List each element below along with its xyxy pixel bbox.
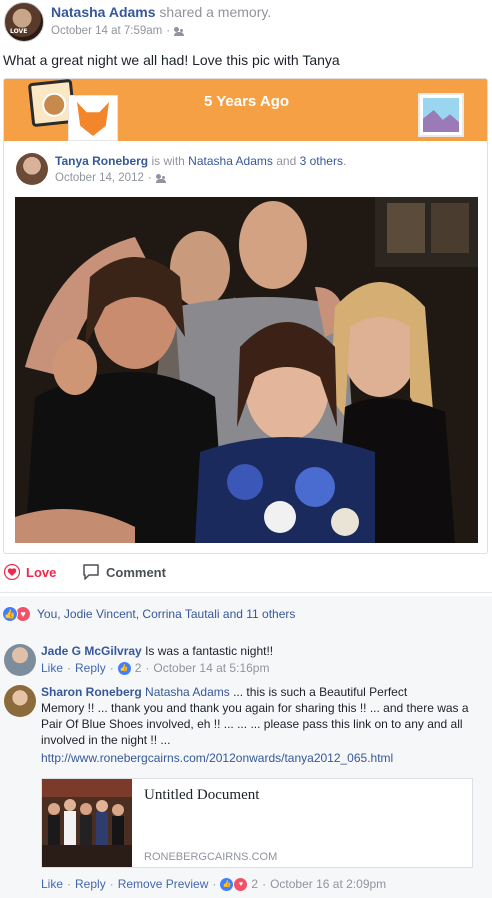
comment-like-link[interactable]: Like bbox=[41, 661, 63, 675]
comment-timestamp[interactable]: October 16 at 2:09pm bbox=[270, 877, 386, 891]
landscape-picture-icon bbox=[418, 93, 464, 137]
friends-audience-icon[interactable] bbox=[174, 26, 185, 36]
commenter-avatar[interactable] bbox=[4, 644, 36, 676]
reactions-summary-text[interactable]: You, Jodie Vincent, Corrina Tautali and … bbox=[37, 607, 295, 621]
like-reaction-icon: 👍 bbox=[117, 661, 131, 675]
comment-reaction-count[interactable]: 2 bbox=[135, 661, 142, 675]
tagged-person-link[interactable]: Natasha Adams bbox=[188, 154, 273, 168]
post-meta: October 14 at 7:59am · bbox=[51, 25, 185, 37]
comment-body: Jade G McGilvray Is was a fantastic nigh… bbox=[41, 643, 273, 659]
divider bbox=[0, 592, 492, 593]
comment-timestamp[interactable]: October 14 at 5:16pm bbox=[153, 661, 269, 675]
friends-audience-icon[interactable] bbox=[155, 173, 167, 183]
post-author-link[interactable]: Natasha Adams bbox=[51, 4, 156, 20]
link-preview-image bbox=[42, 779, 132, 867]
reaction-icons: 👍 ♥ bbox=[2, 606, 31, 622]
group-photo-image bbox=[15, 197, 478, 543]
comment-reply-link[interactable]: Reply bbox=[75, 877, 106, 891]
link-preview-domain: RONEBERGCAIRNS.COM bbox=[144, 851, 278, 863]
banner-illustration-left bbox=[27, 79, 122, 141]
comment-reaction-count[interactable]: 2 bbox=[251, 877, 258, 891]
like-reaction-icon: 👍 bbox=[2, 606, 18, 622]
comment-text-line-2: Memory !! ... thank you and thank you ag… bbox=[41, 701, 469, 715]
comment-actions: Like · Reply · 👍 2 · October 14 at 5:16p… bbox=[41, 661, 269, 675]
action-separator: · bbox=[145, 661, 150, 675]
post-status-text: What a great night we all had! Love this… bbox=[3, 52, 340, 68]
comment-author-link[interactable]: Sharon Roneberg bbox=[41, 685, 142, 699]
action-separator: · bbox=[109, 877, 114, 891]
and-text: and bbox=[276, 154, 297, 168]
comment-text-line-1: ... this is such a Beautiful Perfect bbox=[233, 685, 408, 699]
memory-banner: 5 Years Ago bbox=[4, 79, 487, 141]
meta-separator: · bbox=[147, 172, 152, 184]
post-action-text: shared a memory. bbox=[159, 4, 272, 20]
comment-actions: Like · Reply · Remove Preview · 👍 ♥ 2 · … bbox=[41, 877, 386, 891]
avatar-text: LOVE bbox=[10, 28, 28, 35]
love-reaction-icon: ♥ bbox=[234, 877, 248, 891]
link-preview-title: Untitled Document bbox=[144, 787, 260, 803]
memory-banner-title: 5 Years Ago bbox=[203, 93, 290, 110]
author-avatar[interactable]: LOVE bbox=[4, 2, 44, 42]
comment-mention-link[interactable]: Natasha Adams bbox=[145, 685, 230, 699]
shared-author-avatar[interactable] bbox=[16, 153, 48, 185]
memory-card[interactable]: 5 Years Ago Tanya Roneberg is with Natas… bbox=[3, 78, 488, 554]
comment-author-link[interactable]: Jade G McGilvray bbox=[41, 644, 142, 658]
action-separator: · bbox=[109, 661, 114, 675]
comment-text-line-4: involved in the night !! ... bbox=[41, 733, 171, 747]
memory-photo[interactable] bbox=[15, 197, 478, 543]
post-header: LOVE Natasha Adams shared a memory. Octo… bbox=[0, 0, 492, 46]
others-link[interactable]: 3 others bbox=[300, 154, 343, 168]
shared-timestamp[interactable]: October 14, 2012 bbox=[55, 172, 144, 184]
action-separator: · bbox=[67, 661, 72, 675]
heart-icon bbox=[4, 564, 20, 580]
link-preview-card[interactable]: Untitled Document RONEBERGCAIRNS.COM bbox=[41, 778, 473, 868]
shared-author-link[interactable]: Tanya Roneberg bbox=[55, 154, 148, 168]
with-text: is with bbox=[151, 154, 185, 168]
like-reaction-icon: 👍 bbox=[220, 877, 234, 891]
action-separator: · bbox=[212, 877, 217, 891]
comment-url-link[interactable]: http://www.ronebergcairns.com/2012onward… bbox=[41, 750, 481, 766]
love-button-label: Love bbox=[26, 564, 57, 580]
shared-meta: October 14, 2012 · bbox=[55, 172, 167, 184]
comment-text: Is was a fantastic night!! bbox=[145, 644, 274, 658]
post-headline: Natasha Adams shared a memory. bbox=[51, 4, 271, 20]
shared-headline: Tanya Roneberg is with Natasha Adams and… bbox=[55, 154, 346, 168]
comment-line-1: Sharon Roneberg Natasha Adams ... this i… bbox=[41, 684, 481, 700]
post-action-bar: Love Comment bbox=[0, 562, 492, 588]
post-timestamp[interactable]: October 14 at 7:59am bbox=[51, 25, 162, 37]
comment-text-line-3: Pair Of Blue Shoes involved, eh !! ... .… bbox=[41, 717, 463, 731]
comment-button[interactable]: Comment bbox=[82, 564, 166, 580]
crowd-photo-image bbox=[42, 779, 132, 867]
remove-preview-link[interactable]: Remove Preview bbox=[118, 877, 209, 891]
love-button[interactable]: Love bbox=[4, 564, 56, 580]
comment-body: Sharon Roneberg Natasha Adams ... this i… bbox=[41, 684, 481, 766]
reactions-summary[interactable]: 👍 ♥ You, Jodie Vincent, Corrina Tautali … bbox=[0, 596, 492, 632]
speech-bubble-icon bbox=[83, 564, 99, 580]
action-separator: · bbox=[262, 877, 267, 891]
period-text: . bbox=[342, 154, 347, 168]
comment-like-link[interactable]: Like bbox=[41, 877, 63, 891]
comment-reply-link[interactable]: Reply bbox=[75, 661, 106, 675]
action-separator: · bbox=[67, 877, 72, 891]
comment-button-label: Comment bbox=[106, 564, 166, 580]
commenter-avatar[interactable] bbox=[4, 685, 36, 717]
meta-separator: · bbox=[166, 25, 171, 37]
